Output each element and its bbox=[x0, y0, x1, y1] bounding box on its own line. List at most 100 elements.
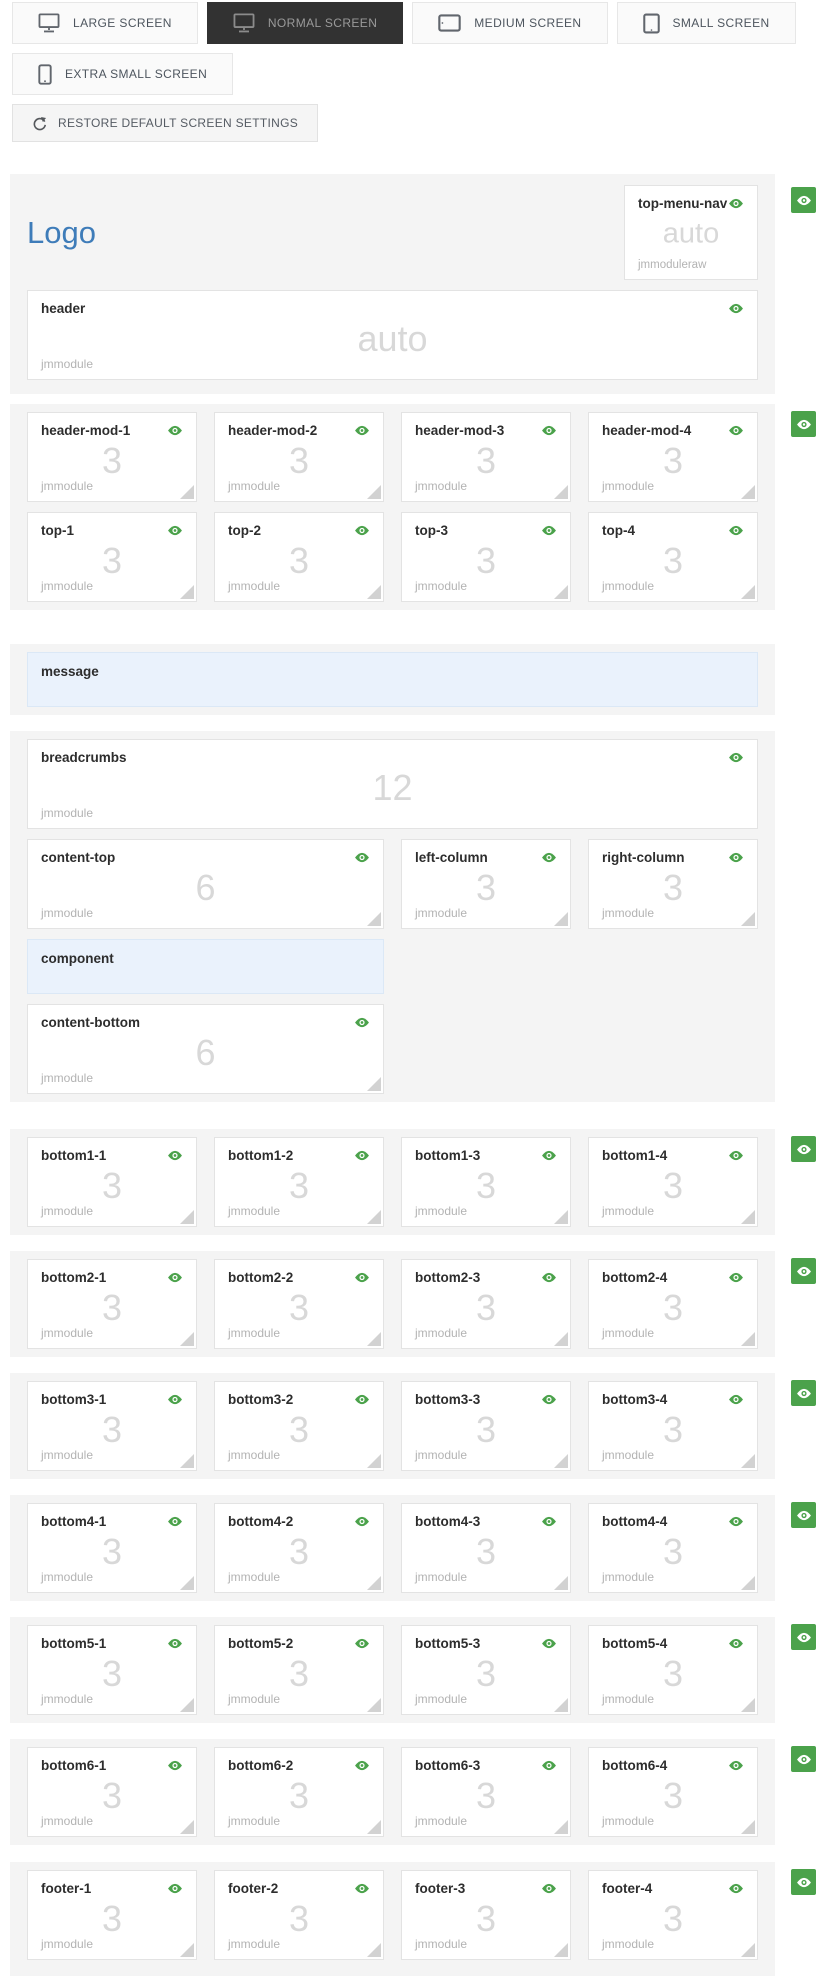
position-bottom4-1-card[interactable]: bottom4-1 3 jmmodule bbox=[27, 1503, 197, 1593]
resize-handle[interactable] bbox=[367, 1454, 381, 1468]
resize-handle[interactable] bbox=[741, 1820, 755, 1834]
section-bottom-5-visibility-badge[interactable] bbox=[791, 1624, 816, 1650]
section-bottom-4-visibility-badge[interactable] bbox=[791, 1502, 816, 1528]
position-bottom5-4-card[interactable]: bottom5-4 3 jmmodule bbox=[588, 1625, 758, 1715]
resize-handle[interactable] bbox=[554, 1698, 568, 1712]
position-bottom2-1-card[interactable]: bottom2-1 3 jmmodule bbox=[27, 1259, 197, 1349]
eye-icon[interactable] bbox=[167, 1760, 183, 1771]
resize-handle[interactable] bbox=[367, 585, 381, 599]
resize-handle[interactable] bbox=[180, 1454, 194, 1468]
eye-icon[interactable] bbox=[167, 1883, 183, 1894]
eye-icon[interactable] bbox=[541, 1516, 557, 1527]
eye-icon[interactable] bbox=[728, 1516, 744, 1527]
resize-handle[interactable] bbox=[367, 1077, 381, 1091]
position-bottom4-2-card[interactable]: bottom4-2 3 jmmodule bbox=[214, 1503, 384, 1593]
position-content-top-card[interactable]: content-top 6 jmmodule bbox=[27, 839, 384, 929]
position-header-card[interactable]: header auto jmmodule bbox=[27, 290, 758, 380]
resize-handle[interactable] bbox=[367, 1820, 381, 1834]
eye-icon[interactable] bbox=[167, 1638, 183, 1649]
eye-icon[interactable] bbox=[354, 1638, 370, 1649]
eye-icon[interactable] bbox=[354, 1760, 370, 1771]
resize-handle[interactable] bbox=[180, 1820, 194, 1834]
resize-handle[interactable] bbox=[741, 485, 755, 499]
eye-icon[interactable] bbox=[167, 1394, 183, 1405]
resize-handle[interactable] bbox=[367, 1576, 381, 1590]
position-bottom1-4-card[interactable]: bottom1-4 3 jmmodule bbox=[588, 1137, 758, 1227]
resize-handle[interactable] bbox=[741, 1698, 755, 1712]
screen-button-extra-small-screen[interactable]: EXTRA SMALL SCREEN bbox=[12, 53, 234, 95]
resize-handle[interactable] bbox=[554, 485, 568, 499]
resize-handle[interactable] bbox=[554, 585, 568, 599]
position-top-3-card[interactable]: top-3 3 jmmodule bbox=[401, 512, 571, 602]
position-bottom3-3-card[interactable]: bottom3-3 3 jmmodule bbox=[401, 1381, 571, 1471]
eye-icon[interactable] bbox=[354, 425, 370, 436]
position-bottom6-4-card[interactable]: bottom6-4 3 jmmodule bbox=[588, 1747, 758, 1837]
position-bottom6-1-card[interactable]: bottom6-1 3 jmmodule bbox=[27, 1747, 197, 1837]
resize-handle[interactable] bbox=[180, 1210, 194, 1224]
resize-handle[interactable] bbox=[367, 1332, 381, 1346]
position-bottom1-3-card[interactable]: bottom1-3 3 jmmodule bbox=[401, 1137, 571, 1227]
eye-icon[interactable] bbox=[541, 1760, 557, 1771]
eye-icon[interactable] bbox=[728, 303, 744, 314]
resize-handle[interactable] bbox=[554, 1332, 568, 1346]
eye-icon[interactable] bbox=[541, 1272, 557, 1283]
position-top-menu-nav-card[interactable]: top-menu-nav auto jmmoduleraw bbox=[624, 185, 758, 280]
eye-icon[interactable] bbox=[728, 1883, 744, 1894]
eye-icon[interactable] bbox=[354, 1017, 370, 1028]
position-header-mod-2-card[interactable]: header-mod-2 3 jmmodule bbox=[214, 412, 384, 502]
position-bottom3-2-card[interactable]: bottom3-2 3 jmmodule bbox=[214, 1381, 384, 1471]
position-bottom1-1-card[interactable]: bottom1-1 3 jmmodule bbox=[27, 1137, 197, 1227]
screen-button-large-screen[interactable]: LARGE SCREEN bbox=[12, 2, 198, 44]
eye-icon[interactable] bbox=[728, 425, 744, 436]
position-footer-2-card[interactable]: footer-2 3 jmmodule bbox=[214, 1870, 384, 1960]
position-header-mod-3-card[interactable]: header-mod-3 3 jmmodule bbox=[401, 412, 571, 502]
position-bottom6-2-card[interactable]: bottom6-2 3 jmmodule bbox=[214, 1747, 384, 1837]
eye-icon[interactable] bbox=[541, 1150, 557, 1161]
eye-icon[interactable] bbox=[354, 1883, 370, 1894]
resize-handle[interactable] bbox=[554, 1576, 568, 1590]
position-top-2-card[interactable]: top-2 3 jmmodule bbox=[214, 512, 384, 602]
screen-button-normal-screen[interactable]: NORMAL SCREEN bbox=[206, 2, 404, 44]
position-bottom2-3-card[interactable]: bottom2-3 3 jmmodule bbox=[401, 1259, 571, 1349]
eye-icon[interactable] bbox=[167, 1150, 183, 1161]
resize-handle[interactable] bbox=[180, 1943, 194, 1957]
screen-button-small-screen[interactable]: SMALL SCREEN bbox=[616, 2, 796, 44]
resize-handle[interactable] bbox=[741, 1210, 755, 1224]
eye-icon[interactable] bbox=[541, 425, 557, 436]
resize-handle[interactable] bbox=[367, 485, 381, 499]
eye-icon[interactable] bbox=[167, 1272, 183, 1283]
eye-icon[interactable] bbox=[354, 1516, 370, 1527]
section-header-mods-visibility-badge[interactable] bbox=[791, 411, 816, 437]
eye-icon[interactable] bbox=[541, 1394, 557, 1405]
position-bottom6-3-card[interactable]: bottom6-3 3 jmmodule bbox=[401, 1747, 571, 1837]
resize-handle[interactable] bbox=[741, 1576, 755, 1590]
section-bottom-6-visibility-badge[interactable] bbox=[791, 1746, 816, 1772]
resize-handle[interactable] bbox=[554, 1820, 568, 1834]
eye-icon[interactable] bbox=[728, 752, 744, 763]
position-right-column-card[interactable]: right-column 3 jmmodule bbox=[588, 839, 758, 929]
position-left-column-card[interactable]: left-column 3 jmmodule bbox=[401, 839, 571, 929]
resize-handle[interactable] bbox=[180, 1698, 194, 1712]
eye-icon[interactable] bbox=[541, 1638, 557, 1649]
eye-icon[interactable] bbox=[167, 525, 183, 536]
position-bottom4-4-card[interactable]: bottom4-4 3 jmmodule bbox=[588, 1503, 758, 1593]
resize-handle[interactable] bbox=[554, 912, 568, 926]
eye-icon[interactable] bbox=[728, 1760, 744, 1771]
position-bottom5-2-card[interactable]: bottom5-2 3 jmmodule bbox=[214, 1625, 384, 1715]
eye-icon[interactable] bbox=[354, 525, 370, 536]
position-footer-3-card[interactable]: footer-3 3 jmmodule bbox=[401, 1870, 571, 1960]
position-breadcrumbs-card[interactable]: breadcrumbs 12 jmmodule bbox=[27, 739, 758, 829]
resize-handle[interactable] bbox=[367, 1210, 381, 1224]
position-top-1-card[interactable]: top-1 3 jmmodule bbox=[27, 512, 197, 602]
eye-icon[interactable] bbox=[354, 852, 370, 863]
eye-icon[interactable] bbox=[728, 525, 744, 536]
resize-handle[interactable] bbox=[367, 912, 381, 926]
resize-handle[interactable] bbox=[180, 1576, 194, 1590]
position-bottom4-3-card[interactable]: bottom4-3 3 jmmodule bbox=[401, 1503, 571, 1593]
resize-handle[interactable] bbox=[367, 1698, 381, 1712]
eye-icon[interactable] bbox=[728, 198, 744, 209]
position-bottom3-4-card[interactable]: bottom3-4 3 jmmodule bbox=[588, 1381, 758, 1471]
section-top-visibility-badge[interactable] bbox=[791, 187, 816, 213]
resize-handle[interactable] bbox=[180, 585, 194, 599]
screen-button-medium-screen[interactable]: MEDIUM SCREEN bbox=[412, 2, 608, 44]
